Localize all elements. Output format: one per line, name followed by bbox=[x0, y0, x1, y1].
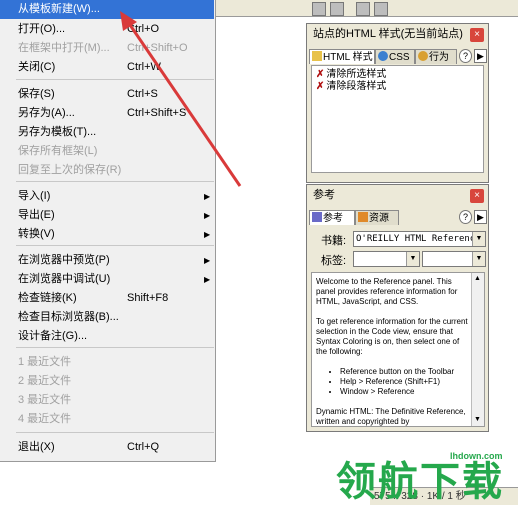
annotation-arrow bbox=[120, 11, 242, 187]
watermark-url: lhdown.com bbox=[450, 451, 503, 461]
arrow-line bbox=[126, 21, 242, 187]
arrow-head bbox=[120, 11, 137, 31]
watermark-logo: 领航下载 lhdown.com bbox=[336, 447, 516, 505]
